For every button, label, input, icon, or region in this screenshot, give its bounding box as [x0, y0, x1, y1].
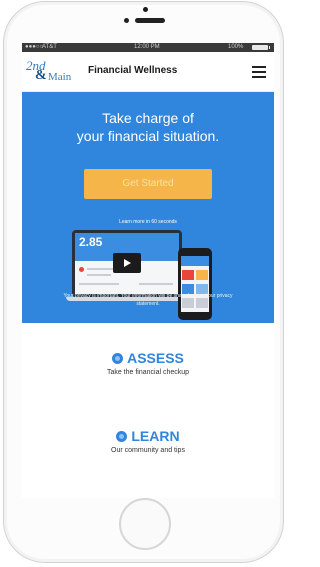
learn-more-link[interactable]: Learn more in 60 seconds [22, 219, 274, 225]
get-started-button[interactable]: Get Started [84, 169, 212, 199]
hero-title-line-2: your financial situation. [76, 128, 220, 144]
battery-percentage: 100% [228, 44, 244, 50]
text-line [139, 283, 173, 285]
learn-label: LEARN [131, 428, 180, 444]
home-button[interactable] [119, 498, 171, 550]
menu-bar-icon [252, 76, 266, 78]
privacy-notice: Your privacy is important. Your informat… [63, 293, 233, 307]
phone-screen: ●●●○○ AT&T 12:00 PM 100% 2nd & Main Fina… [22, 43, 274, 498]
brand-logo[interactable]: 2nd & Main [26, 58, 84, 84]
laptop-display: 2.85 [75, 233, 179, 294]
carrier-label: AT&T [42, 44, 57, 50]
video-play-button[interactable] [113, 253, 141, 273]
text-line [79, 283, 119, 285]
text-line [87, 274, 111, 276]
laptop-score: 2.85 [79, 235, 103, 249]
devices-illustration: 2.85 [66, 228, 232, 324]
assess-description: Take the financial checkup [106, 369, 190, 376]
learn-heading[interactable]: LEARN [22, 427, 274, 445]
sensor-icon [124, 18, 129, 23]
app-header: 2nd & Main Financial Wellness [22, 52, 274, 92]
status-time: 12:00 PM [134, 44, 160, 50]
phone-tile [196, 270, 208, 280]
alert-dot-icon [79, 267, 84, 272]
logo-ampersand: & [35, 68, 47, 83]
assess-heading[interactable]: ASSESS [22, 349, 274, 367]
laptop-image: 2.85 [72, 230, 182, 297]
menu-bar-icon [252, 71, 266, 73]
hero-title-line-1: Take charge of [102, 110, 194, 126]
status-bar: ●●●○○ AT&T 12:00 PM 100% [22, 43, 274, 52]
signal-icon: ●●●○○ [25, 44, 44, 50]
logo-part-main: Main [48, 71, 72, 83]
hamburger-menu-icon[interactable] [252, 66, 266, 78]
battery-icon [252, 45, 270, 50]
assess-label: ASSESS [127, 350, 184, 366]
hero-section: Take charge of your financial situation.… [22, 92, 274, 323]
speaker-grille [135, 18, 165, 23]
assess-circle-icon [112, 353, 124, 364]
phone-frame: ●●●○○ AT&T 12:00 PM 100% 2nd & Main Fina… [3, 1, 284, 563]
hero-title: Take charge of your financial situation. [22, 109, 274, 145]
camera-icon [143, 7, 148, 12]
learn-circle-icon [116, 431, 128, 442]
phone-image [178, 248, 212, 320]
learn-description: Our community and tips [111, 447, 185, 454]
screen-bottom [22, 467, 274, 498]
phone-header-band [181, 256, 209, 266]
phone-tile [182, 270, 194, 280]
menu-bar-icon [252, 66, 266, 68]
play-icon [124, 259, 131, 267]
app-title: Financial Wellness [88, 65, 178, 76]
